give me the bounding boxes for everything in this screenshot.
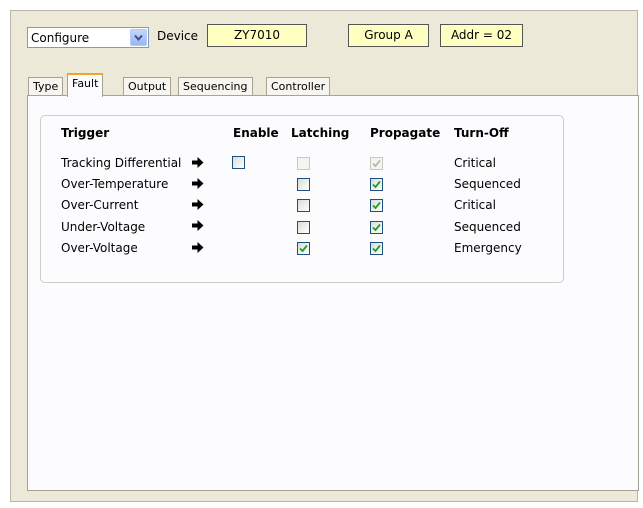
propagate-checkbox-over-current[interactable] — [370, 199, 383, 212]
trigger-over-voltage: Over-Voltage — [61, 241, 138, 255]
right-arrow-icon — [192, 199, 204, 210]
main-window: Configure Device ZY7010 Group A Addr = 0… — [10, 10, 639, 502]
latching-checkbox-under-voltage[interactable] — [297, 221, 310, 234]
tab-controller[interactable]: Controller — [266, 77, 331, 96]
right-arrow-icon — [192, 242, 204, 253]
fault-panel: Trigger Enable Latching Propagate Turn-O… — [27, 95, 639, 491]
checkmark-icon — [372, 201, 381, 210]
tab-output[interactable]: Output — [123, 77, 172, 96]
device-label: Device — [157, 29, 199, 43]
chevron-down-icon — [134, 34, 143, 42]
tab-fault[interactable]: Fault — [67, 73, 104, 97]
header-trigger: Trigger — [61, 126, 110, 140]
propagate-checkbox-under-voltage[interactable] — [370, 221, 383, 234]
header-enable: Enable — [233, 126, 279, 140]
turnoff-over-temperature: Sequenced — [454, 177, 521, 191]
checkmark-icon — [372, 159, 381, 168]
right-arrow-icon — [192, 157, 204, 168]
header-propagate: Propagate — [370, 126, 441, 140]
turnoff-tracking-differential: Critical — [454, 156, 496, 170]
tab-sequencing[interactable]: Sequencing — [178, 77, 253, 96]
trigger-under-voltage: Under-Voltage — [61, 220, 146, 234]
header-turn-off: Turn-Off — [454, 126, 509, 140]
checkmark-icon — [372, 223, 381, 232]
enable-checkbox-tracking-differential[interactable] — [232, 156, 245, 169]
checkmark-icon — [372, 244, 381, 253]
latching-checkbox-over-temperature[interactable] — [297, 178, 310, 191]
header-latching: Latching — [291, 126, 350, 140]
propagate-checkbox-tracking-differential — [370, 157, 383, 170]
turnoff-over-voltage: Emergency — [454, 241, 522, 255]
fault-group: Trigger Enable Latching Propagate Turn-O… — [40, 115, 564, 283]
latching-checkbox-tracking-differential — [297, 157, 310, 170]
turnoff-under-voltage: Sequenced — [454, 220, 521, 234]
mode-select-value: Configure — [31, 31, 90, 45]
right-arrow-icon — [192, 178, 204, 189]
dropdown-button[interactable] — [130, 29, 147, 46]
propagate-checkbox-over-voltage[interactable] — [370, 242, 383, 255]
propagate-checkbox-over-temperature[interactable] — [370, 178, 383, 191]
device-name-field: ZY7010 — [207, 24, 307, 47]
latching-checkbox-over-voltage[interactable] — [297, 242, 310, 255]
address-field: Addr = 02 — [440, 24, 523, 47]
mode-select[interactable]: Configure — [27, 27, 149, 48]
right-arrow-icon — [192, 220, 204, 231]
latching-checkbox-over-current[interactable] — [297, 199, 310, 212]
turnoff-over-current: Critical — [454, 198, 496, 212]
checkmark-icon — [299, 244, 308, 253]
checkmark-icon — [372, 180, 381, 189]
toolbar: Configure Device ZY7010 Group A Addr = 0… — [11, 11, 637, 61]
tab-type[interactable]: Type — [28, 77, 64, 96]
trigger-tracking-differential: Tracking Differential — [61, 156, 182, 170]
trigger-over-temperature: Over-Temperature — [61, 177, 169, 191]
trigger-over-current: Over-Current — [61, 198, 139, 212]
group-field: Group A — [348, 24, 429, 47]
